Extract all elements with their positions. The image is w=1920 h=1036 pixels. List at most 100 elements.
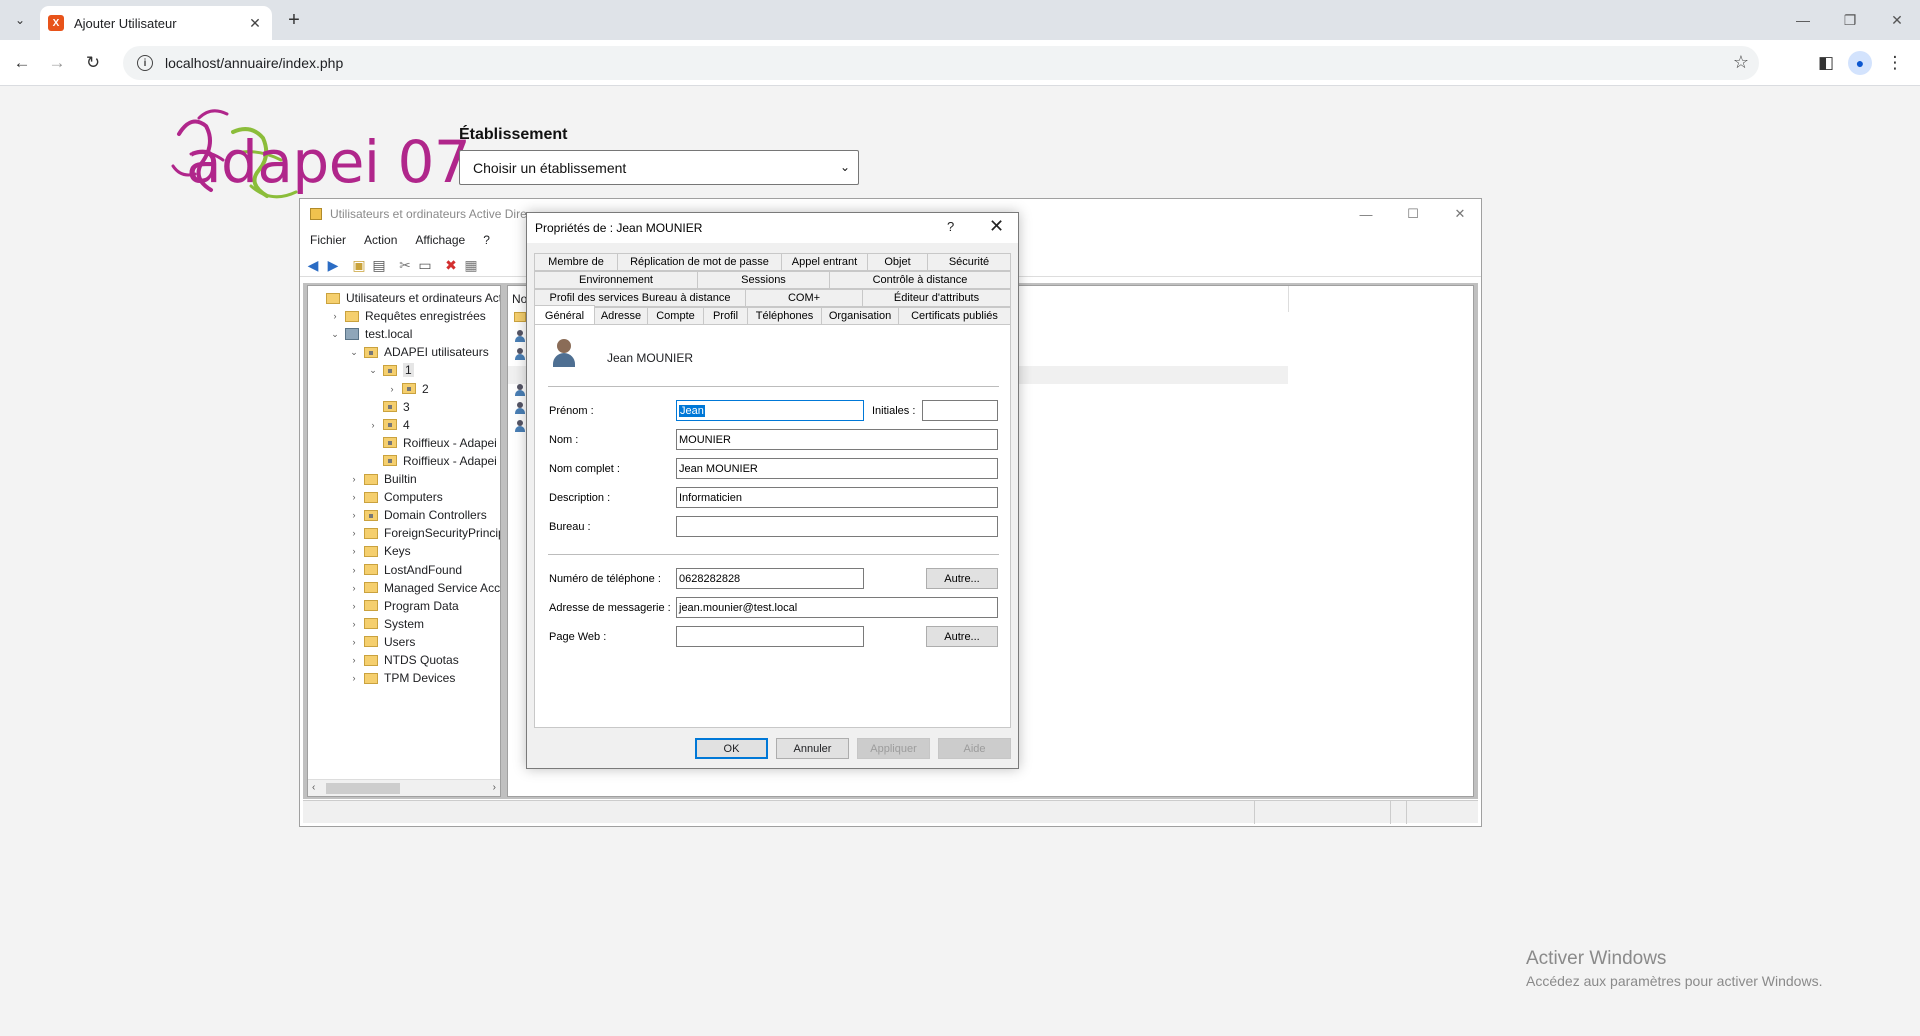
forward-arrow-icon[interactable]: ▶ (324, 256, 342, 274)
aide-button[interactable]: Aide (938, 738, 1011, 759)
tree-item[interactable]: ⌄ ADAPEI utilisateurs (348, 343, 489, 361)
tab-editeur-attributs[interactable]: Éditeur d'attributs (863, 289, 1011, 307)
forward-arrow-icon[interactable]: → (45, 51, 69, 75)
tree-horizontal-scrollbar[interactable]: ‹ › (308, 779, 500, 796)
tree-item[interactable]: 3 (367, 398, 410, 416)
tree-item[interactable]: › Program Data (348, 597, 459, 615)
tab-search-chevron-icon[interactable]: ⌄ (8, 8, 32, 32)
tree-item[interactable]: › LostAndFound (348, 561, 463, 579)
window-restore-icon[interactable]: ❐ (1827, 0, 1873, 40)
reload-icon[interactable]: ↻ (81, 51, 105, 75)
annuler-button[interactable]: Annuler (776, 738, 849, 759)
tab-profil[interactable]: Profil (704, 307, 748, 325)
telephone-autre-button[interactable]: Autre... (926, 568, 998, 589)
tab-sessions[interactable]: Sessions (698, 271, 830, 289)
properties-icon[interactable]: ▦ (462, 256, 480, 274)
tab-replication[interactable]: Réplication de mot de passe (618, 253, 782, 271)
ok-button[interactable]: OK (695, 738, 768, 759)
browser-tab-active[interactable]: X Ajouter Utilisateur ✕ (40, 6, 272, 40)
expand-chevron-right-icon[interactable]: › (348, 565, 360, 575)
tab-organisation[interactable]: Organisation (822, 307, 899, 325)
nom-input[interactable]: MOUNIER (676, 429, 998, 450)
tab-telephones[interactable]: Téléphones (748, 307, 822, 325)
back-arrow-icon[interactable]: ← (10, 51, 34, 75)
scroll-left-icon[interactable]: ‹ (312, 782, 315, 793)
expand-chevron-right-icon[interactable]: › (348, 619, 360, 629)
tree-item[interactable]: › ForeignSecurityPrincipals (348, 524, 501, 542)
tree-item[interactable]: › Computers (348, 488, 443, 506)
tree-item[interactable]: › Domain Controllers (348, 506, 487, 524)
show-tree-icon[interactable]: ▤ (370, 256, 388, 274)
tree-item[interactable]: › 4 (367, 416, 410, 434)
tree-item[interactable]: › Keys (348, 542, 411, 560)
address-url[interactable]: localhost/annuaire/index.php (165, 55, 343, 71)
tab-adresse[interactable]: Adresse (595, 307, 648, 325)
scrollbar-thumb[interactable] (326, 783, 400, 794)
tree-item[interactable]: › System (348, 615, 425, 633)
tree-item[interactable]: ⌄ 1 (367, 361, 414, 379)
tree-item[interactable]: Utilisateurs et ordinateurs Active (310, 289, 500, 307)
expand-chevron-right-icon[interactable]: › (348, 637, 360, 647)
window-close-icon[interactable]: ✕ (1874, 0, 1920, 40)
expand-chevron-right-icon[interactable]: › (386, 384, 398, 394)
profile-avatar[interactable]: ● (1848, 51, 1872, 75)
bureau-input[interactable] (676, 516, 998, 537)
tab-objet[interactable]: Objet (868, 253, 928, 271)
window-minimize-icon[interactable]: — (1780, 0, 1826, 40)
tab-securite[interactable]: Sécurité (928, 253, 1011, 271)
scroll-right-icon[interactable]: › (493, 782, 496, 793)
appliquer-button[interactable]: Appliquer (857, 738, 930, 759)
cut-icon[interactable]: ✂ (396, 256, 414, 274)
tab-controle-distance[interactable]: Contrôle à distance (830, 271, 1011, 289)
tree-item[interactable]: Roiffieux - Adapei (367, 434, 497, 452)
expand-chevron-right-icon[interactable]: › (348, 583, 360, 593)
aduc-maximize-icon[interactable]: ☐ (1390, 199, 1436, 229)
tree-item[interactable]: Roiffieux - Adapei 2 (367, 452, 500, 470)
expand-chevron-down-icon[interactable]: ⌄ (367, 365, 379, 376)
page-web-autre-button[interactable]: Autre... (926, 626, 998, 647)
tree-item[interactable]: › Managed Service Accour (348, 579, 501, 597)
address-bar[interactable]: i localhost/annuaire/index.php ☆ (123, 46, 1759, 80)
expand-chevron-down-icon[interactable]: ⌄ (348, 347, 360, 358)
expand-chevron-right-icon[interactable]: › (348, 528, 360, 538)
tree-item[interactable]: › Builtin (348, 470, 417, 488)
tab-certificats-publies[interactable]: Certificats publiés (899, 307, 1011, 325)
new-tab-plus-icon[interactable]: + (282, 8, 306, 32)
tree-item[interactable]: › TPM Devices (348, 669, 456, 687)
bookmark-star-icon[interactable]: ☆ (1733, 52, 1749, 73)
tree-item[interactable]: ⌄ test.local (329, 325, 412, 343)
expand-chevron-right-icon[interactable]: › (348, 510, 360, 520)
menu-fichier[interactable]: Fichier (310, 233, 346, 247)
expand-chevron-right-icon[interactable]: › (348, 673, 360, 683)
site-info-icon[interactable]: i (137, 55, 153, 71)
side-panel-icon[interactable]: ◧ (1814, 51, 1838, 75)
tab-environnement[interactable]: Environnement (534, 271, 698, 289)
menu-help[interactable]: ? (483, 233, 490, 247)
aduc-minimize-icon[interactable]: — (1343, 199, 1389, 229)
etablissement-select[interactable]: Choisir un établissement ⌄ (459, 150, 859, 185)
dialog-help-icon[interactable]: ? (947, 219, 954, 234)
email-input[interactable]: jean.mounier@test.local (676, 597, 998, 618)
telephone-input[interactable]: 0628282828 (676, 568, 864, 589)
tab-general[interactable]: Général (534, 305, 595, 325)
dialog-close-icon[interactable]: ✕ (989, 216, 1004, 237)
expand-chevron-right-icon[interactable]: › (329, 311, 341, 321)
delete-icon[interactable]: ✖ (442, 256, 460, 274)
menu-action[interactable]: Action (364, 233, 397, 247)
tab-membre-de[interactable]: Membre de (534, 253, 618, 271)
aduc-close-icon[interactable]: ✕ (1437, 199, 1483, 229)
prenom-input[interactable]: Jean (676, 400, 864, 421)
tab-appel-entrant[interactable]: Appel entrant (782, 253, 868, 271)
paste-icon[interactable]: ▭ (416, 256, 434, 274)
tab-com-plus[interactable]: COM+ (746, 289, 863, 307)
tree-item[interactable]: › Users (348, 633, 416, 651)
expand-chevron-right-icon[interactable]: › (348, 546, 360, 556)
nom-complet-input[interactable]: Jean MOUNIER (676, 458, 998, 479)
expand-chevron-right-icon[interactable]: › (367, 420, 379, 430)
expand-chevron-down-icon[interactable]: ⌄ (329, 329, 341, 340)
page-web-input[interactable] (676, 626, 864, 647)
tree-item[interactable]: › NTDS Quotas (348, 651, 459, 669)
menu-affichage[interactable]: Affichage (415, 233, 465, 247)
expand-chevron-right-icon[interactable]: › (348, 655, 360, 665)
tab-close-icon[interactable]: ✕ (246, 15, 264, 32)
